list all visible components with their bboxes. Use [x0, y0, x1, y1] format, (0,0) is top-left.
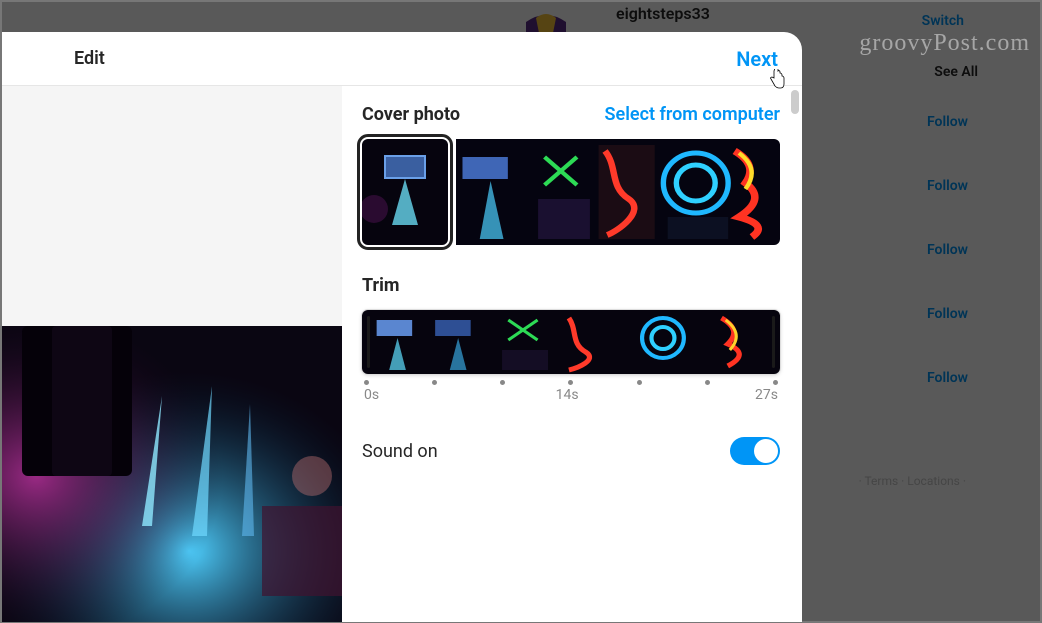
trim-time-labels: 0s 14s 27s — [362, 387, 780, 403]
edit-modal: Edit Next — [2, 32, 802, 622]
sound-on-label: Sound on — [362, 441, 438, 462]
cover-filmstrip[interactable] — [362, 139, 780, 245]
next-button-label: Next — [736, 47, 778, 71]
trim-tick-dots — [362, 380, 780, 385]
select-from-computer-link[interactable]: Select from computer — [605, 104, 780, 125]
scrollbar[interactable] — [790, 86, 802, 622]
trim-mid-label: 14s — [556, 387, 579, 403]
preview-placeholder — [2, 86, 342, 326]
trim-end-label: 27s — [755, 387, 778, 403]
cover-frames-rest[interactable] — [456, 139, 780, 245]
trim-handle-left[interactable] — [367, 316, 370, 368]
scroll-thumb[interactable] — [791, 90, 799, 114]
modal-header: Edit Next — [2, 32, 802, 86]
trim-start-label: 0s — [364, 387, 379, 403]
trim-strip[interactable] — [362, 310, 780, 374]
next-button[interactable]: Next — [736, 47, 778, 71]
cover-frame-selected[interactable] — [362, 139, 448, 245]
trim-handle-right[interactable] — [772, 316, 775, 368]
toggle-knob — [754, 439, 778, 463]
sound-toggle[interactable] — [730, 437, 780, 465]
edit-side-panel: Cover photo Select from computer — [342, 86, 802, 622]
video-preview — [2, 86, 342, 622]
watermark-text: groovyPost.com — [859, 30, 1030, 57]
modal-title: Edit — [74, 48, 105, 69]
cover-photo-title: Cover photo — [362, 104, 460, 125]
trim-title: Trim — [362, 275, 780, 296]
